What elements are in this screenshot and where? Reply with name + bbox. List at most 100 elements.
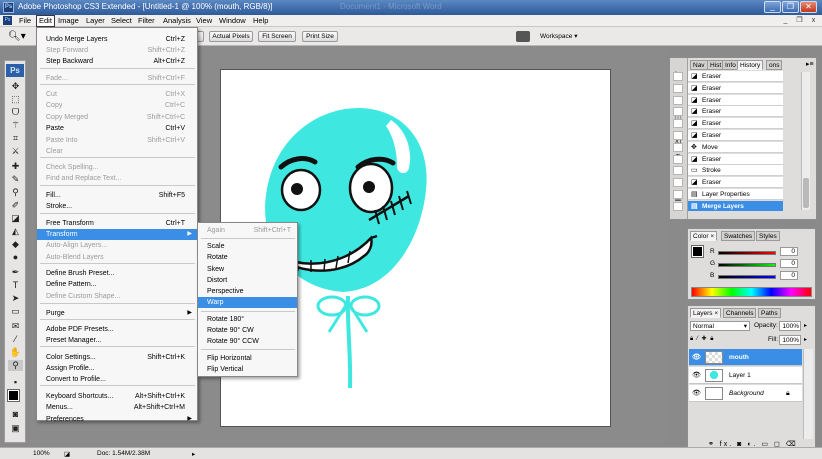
edit-menu-transform[interactable]: Transform ▶	[37, 229, 197, 240]
menu-filter[interactable]: Filter	[136, 16, 157, 26]
layer-name[interactable]: Layer 1	[729, 367, 751, 384]
history-state-checkbox[interactable]	[673, 107, 683, 116]
history-state-checkbox[interactable]	[673, 155, 683, 164]
history-scroll-thumb[interactable]	[803, 178, 809, 208]
layers-scrollbar[interactable]	[803, 349, 813, 439]
tab-layers[interactable]: Layers ×	[690, 308, 722, 318]
history-scrollbar[interactable]	[801, 72, 810, 210]
menu-help[interactable]: Help	[251, 16, 270, 26]
doc-restore-button[interactable]: ❐	[795, 16, 804, 25]
opacity-arrow-icon[interactable]: ▸	[804, 322, 807, 329]
zoom-tool-box-icon[interactable]: ⚲	[8, 360, 23, 371]
transform-menu-rotate[interactable]: Rotate	[198, 252, 297, 263]
edit-menu-preset-manager[interactable]: Preset Manager...	[37, 335, 197, 346]
workspace-menu[interactable]: Workspace ▾	[540, 32, 577, 40]
history-item[interactable]: ◪ Eraser	[688, 95, 783, 106]
tab-channels[interactable]: Channels	[723, 308, 757, 318]
clone-stamp-icon[interactable]: ⚲	[8, 187, 23, 198]
transform-menu-rotate-180[interactable]: Rotate 180°	[198, 314, 297, 325]
history-state-checkbox[interactable]	[673, 190, 683, 199]
history-state-checkbox[interactable]	[673, 131, 683, 140]
edit-menu-keyboard-shortcuts[interactable]: Keyboard Shortcuts... Alt+Shift+Ctrl+K	[37, 391, 197, 402]
edit-menu-undo-merge-layers[interactable]: Undo Merge Layers Ctrl+Z	[37, 34, 197, 45]
eye-icon[interactable]: 👁︎	[692, 389, 701, 398]
fit-screen-button[interactable]: Fit Screen	[258, 31, 296, 42]
history-state-checkbox[interactable]	[673, 166, 683, 175]
document-icon[interactable]: Ps	[3, 16, 12, 25]
fill-arrow-icon[interactable]: ▸	[804, 336, 807, 343]
history-state-checkbox[interactable]	[673, 96, 683, 105]
layer-row-background[interactable]: 👁︎ Background 🔒︎	[689, 385, 802, 402]
blur-tool-icon[interactable]: ◆	[8, 239, 23, 250]
lasso-tool-icon[interactable]: ᗜ	[8, 107, 23, 118]
eye-icon[interactable]: 👁︎	[692, 353, 701, 362]
red-value[interactable]: 0	[780, 247, 798, 256]
color-foreground-swatch[interactable]	[691, 245, 704, 258]
move-tool-icon[interactable]: ✥	[8, 81, 23, 92]
status-menu-arrow-icon[interactable]: ▸	[192, 450, 195, 458]
crop-tool-icon[interactable]: ⌗	[8, 133, 23, 144]
edit-menu-fill[interactable]: Fill... Shift+F5	[37, 190, 197, 201]
lock-icons[interactable]: 🔒︎ ⁄ ✚ 🔒︎	[690, 335, 750, 345]
history-state-checkbox[interactable]	[673, 119, 683, 128]
color-spectrum-ramp[interactable]	[691, 287, 812, 297]
tab-styles[interactable]: Styles	[756, 231, 780, 241]
fill-field[interactable]: 100%	[779, 335, 801, 345]
history-brush-icon[interactable]: ✐	[8, 200, 23, 211]
actual-pixels-button[interactable]: Actual Pixels	[209, 31, 253, 42]
eraser-tool-icon[interactable]: ◪	[8, 213, 23, 224]
marquee-tool-icon[interactable]: ⬚	[8, 94, 23, 105]
type-tool-icon[interactable]: T	[8, 280, 23, 291]
tab-paths[interactable]: Paths	[758, 308, 781, 318]
transform-menu-rotate-90-ccw[interactable]: Rotate 90° CCW	[198, 336, 297, 347]
transform-menu-skew[interactable]: Skew	[198, 264, 297, 275]
quick-mask-icon[interactable]: ◙	[8, 409, 23, 420]
close-button[interactable]: ✕	[800, 1, 817, 13]
transform-menu-flip-vertical[interactable]: Flip Vertical	[198, 364, 297, 375]
menu-file[interactable]: File	[17, 16, 33, 26]
healing-brush-icon[interactable]: ✚	[8, 161, 23, 172]
edit-menu-purge[interactable]: Purge ▶	[37, 308, 197, 319]
history-item[interactable]: ◪ Eraser	[688, 130, 783, 141]
document-size[interactable]: Doc: 1.54M/2.38M	[97, 450, 150, 457]
shape-tool-icon[interactable]: ▭	[8, 306, 23, 317]
default-colors-icon[interactable]: ▪	[8, 377, 23, 388]
history-state-checkbox[interactable]	[673, 84, 683, 93]
edit-menu-free-transform[interactable]: Free Transform Ctrl+T	[37, 218, 197, 229]
brush-tool-icon[interactable]: ✎	[8, 174, 23, 185]
history-state-checkbox[interactable]	[673, 202, 683, 211]
layer-name[interactable]: Background	[729, 385, 764, 402]
hand-tool-icon[interactable]: ✋	[8, 347, 23, 358]
edit-menu-menus[interactable]: Menus... Alt+Shift+Ctrl+M	[37, 402, 197, 413]
menu-select[interactable]: Select	[109, 16, 134, 26]
green-value[interactable]: 0	[780, 259, 798, 268]
minimize-button[interactable]: _	[764, 1, 781, 13]
menu-analysis[interactable]: Analysis	[161, 16, 193, 26]
menu-edit[interactable]: Edit	[36, 15, 55, 27]
history-item[interactable]: ◪ Eraser	[688, 83, 783, 94]
eye-icon[interactable]: 👁︎	[692, 371, 701, 380]
menu-view[interactable]: View	[194, 16, 214, 26]
layer-name[interactable]: mouth	[729, 349, 749, 366]
layer-row-mouth[interactable]: 👁︎ mouth	[689, 349, 802, 366]
history-item[interactable]: ▤ Layer Properties	[688, 189, 783, 200]
blue-value[interactable]: 0	[780, 271, 798, 280]
edit-menu-adobe-pdf-presets[interactable]: Adobe PDF Presets...	[37, 324, 197, 335]
history-state-checkbox[interactable]	[673, 143, 683, 152]
paint-bucket-icon[interactable]: ◭	[8, 226, 23, 237]
history-state-checkbox[interactable]	[673, 178, 683, 187]
pen-tool-icon[interactable]: ✒	[8, 267, 23, 278]
transform-menu-perspective[interactable]: Perspective	[198, 286, 297, 297]
blend-mode-select[interactable]: Normal ▾	[690, 321, 750, 331]
edit-menu-step-backward[interactable]: Step Backward Alt+Ctrl+Z	[37, 56, 197, 67]
doc-close-button[interactable]: x	[809, 16, 818, 25]
workspace-icon[interactable]	[516, 31, 530, 42]
history-item[interactable]: ◪ Eraser	[688, 71, 783, 82]
dodge-tool-icon[interactable]: ●	[8, 252, 23, 263]
history-item[interactable]: ◪ Eraser	[688, 106, 783, 117]
transform-menu-warp[interactable]: Warp	[198, 297, 297, 308]
history-item[interactable]: ◪ Eraser	[688, 177, 783, 188]
transform-menu-rotate-90-cw[interactable]: Rotate 90° CW	[198, 325, 297, 336]
menu-layer[interactable]: Layer	[84, 16, 107, 26]
foreground-color-swatch[interactable]	[7, 389, 20, 402]
